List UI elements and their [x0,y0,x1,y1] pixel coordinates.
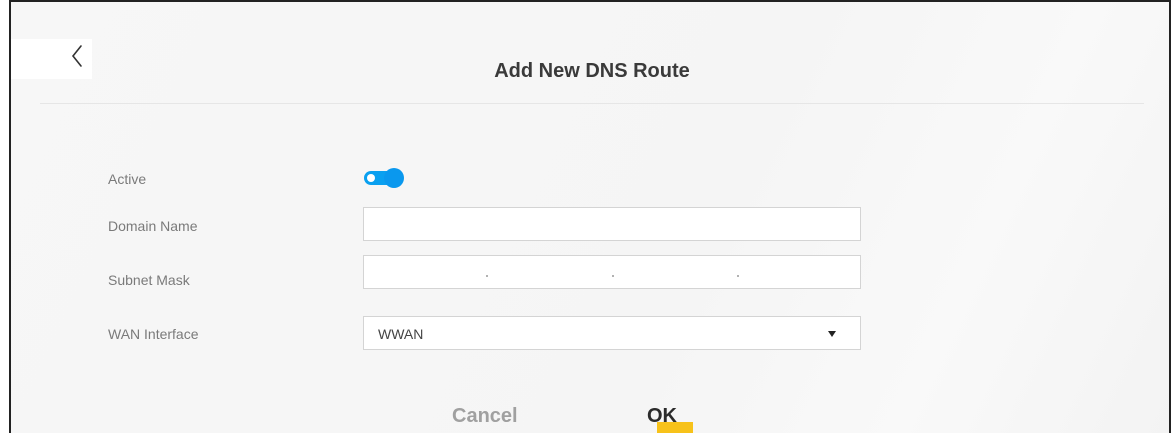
wan-interface-label: WAN Interface [108,326,199,342]
subnet-separator-dot [612,275,614,277]
subnet-mask-field[interactable] [363,255,861,289]
toggle-knob [384,168,404,188]
caret-down-icon [828,331,836,337]
subnet-separator-dot [486,275,488,277]
wan-interface-select[interactable]: WWAN [363,316,861,350]
cancel-button[interactable]: Cancel [452,405,518,428]
dialog-title: Add New DNS Route [494,60,690,82]
active-toggle[interactable] [364,168,406,188]
wan-interface-value: WWAN [378,326,424,342]
domain-name-label: Domain Name [108,218,198,234]
ok-button[interactable]: OK [647,405,677,428]
subnet-mask-label: Subnet Mask [108,272,190,288]
active-label: Active [108,171,147,187]
subnet-separator-dot [737,275,739,277]
domain-name-field [363,207,861,241]
dialog-frame: Add New DNS Route Active Domain Name Sub… [9,0,1171,433]
title-divider [40,103,1144,104]
domain-name-input[interactable] [364,208,860,240]
